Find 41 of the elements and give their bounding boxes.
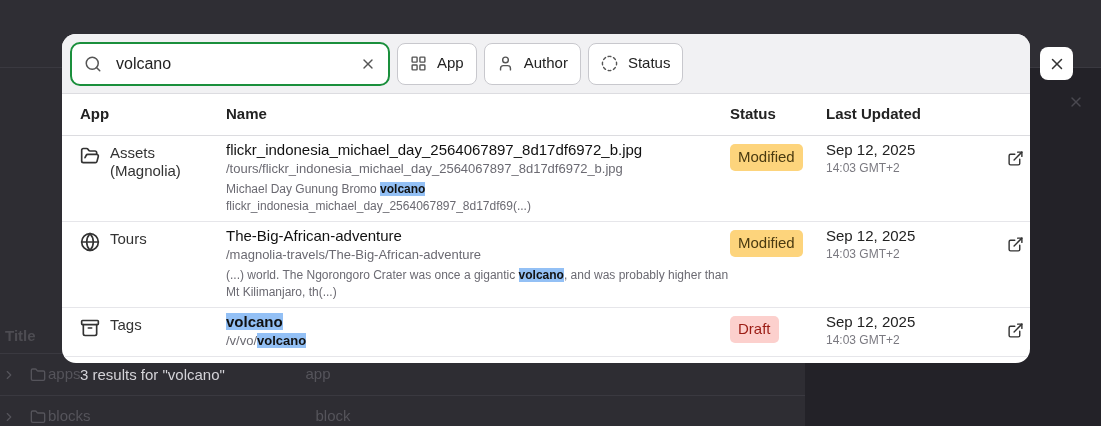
result-name: The-Big-African-adventure [226, 226, 403, 246]
app-name: Tags [110, 316, 142, 334]
result-snippet: (...) world. The Ngorongoro Crater was once a gigantic volcano, and was probably higher than Mt Kilimanjaro, th(...) [226, 267, 730, 301]
column-header: Name [226, 104, 268, 125]
search-box[interactable]: volcano [70, 41, 390, 86]
updated-time: 14:03 GMT+2 [826, 160, 901, 176]
external-link-icon[interactable] [1007, 150, 1024, 167]
dashed-circle-icon [600, 55, 618, 72]
app-name: Assets (Magnolia) [110, 144, 182, 180]
status-badge: Modified [730, 230, 803, 257]
column-header: App [80, 104, 111, 125]
column-header: Status [730, 104, 777, 125]
updated-time: 14:03 GMT+2 [826, 332, 901, 348]
search-field[interactable]: volcano [116, 51, 360, 76]
search-icon [84, 54, 102, 73]
grid-icon [410, 55, 427, 72]
close-button[interactable] [1040, 47, 1073, 80]
external-link-icon[interactable] [1007, 236, 1024, 253]
column-header: Last Updated [826, 104, 922, 125]
globe-icon [80, 232, 100, 252]
filter-button[interactable]: Author [483, 42, 581, 85]
app-name: Tours [110, 230, 147, 248]
result-path: /tours/flickr_indonesia_michael_day_2564067897_8d17df6972_b.jpg [226, 160, 624, 178]
external-link-icon[interactable] [1007, 322, 1024, 339]
filter-button[interactable]: Status [587, 42, 684, 85]
result-path: /magnolia-travels/The-Big-African-adventure [226, 246, 483, 264]
status-badge: Modified [730, 144, 803, 171]
updated-date: Sep 12, 2025 [826, 140, 916, 160]
folder-icon [30, 366, 46, 383]
result-name: volcano [226, 312, 284, 332]
open-folder-icon [80, 146, 100, 166]
folder-icon [30, 408, 46, 425]
updated-date: Sep 12, 2025 [826, 226, 916, 246]
filter-button[interactable]: App [397, 42, 477, 85]
updated-date: Sep 12, 2025 [826, 312, 916, 332]
updated-time: 14:03 GMT+2 [826, 246, 901, 262]
status-badge: Draft [730, 316, 779, 343]
result-name: flickr_indonesia_michael_day_2564067897_8d17df6972_b.jpg [226, 140, 644, 160]
archive-box-icon [80, 318, 100, 338]
results-summary: 3 results for "volcano" [80, 365, 225, 385]
result-snippet: Michael Day Gunung Bromo volcano flickr_indonesia_michael_day_2564067897_8d17df69(...) [226, 181, 532, 215]
